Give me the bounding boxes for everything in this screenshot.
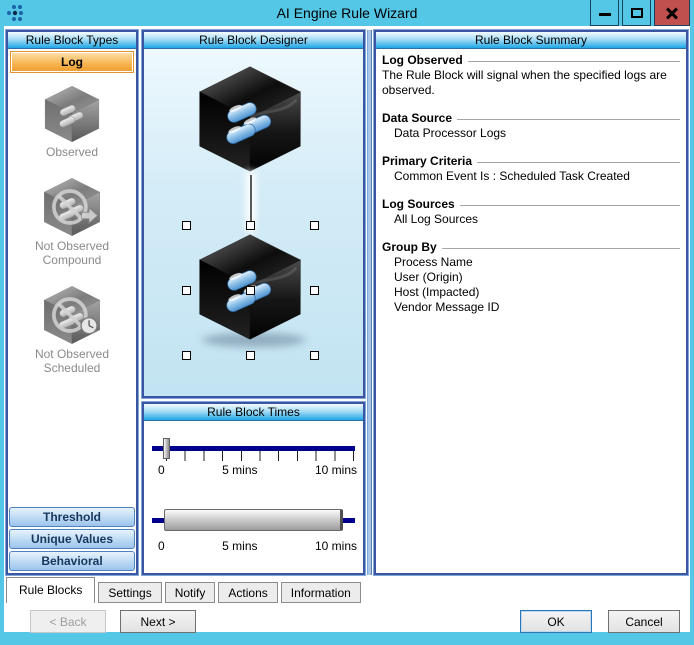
type-not-observed-compound-label: Not Observed xyxy=(35,239,109,253)
selection-handle-mid-right[interactable] xyxy=(310,286,319,295)
threshold-button[interactable]: Threshold xyxy=(9,507,135,527)
ok-button[interactable]: OK xyxy=(520,610,592,633)
dialog-buttons: OK Cancel xyxy=(520,610,680,633)
section-line: Vendor Message ID xyxy=(382,300,680,315)
unique-values-button[interactable]: Unique Values xyxy=(9,529,135,549)
selection-handle-top-center[interactable] xyxy=(246,221,255,230)
time-slider-1: 0 5 mins 10 mins xyxy=(150,435,357,481)
section-line: Data Processor Logs xyxy=(382,126,680,141)
slider1-label-mid: 5 mins xyxy=(222,463,257,477)
window-controls xyxy=(587,0,690,24)
designer-canvas[interactable] xyxy=(144,49,363,396)
section-line: Common Event Is : Scheduled Task Created xyxy=(382,169,680,184)
rule-block-summary-panel: Rule Block Summary Log Observed The Rule… xyxy=(374,30,688,575)
next-button[interactable]: Next > xyxy=(120,610,196,633)
section-line: Process Name xyxy=(382,255,680,270)
times-area: 0 5 mins 10 mins 0 5 mins 10 mins xyxy=(144,421,363,573)
panel-splitter[interactable] xyxy=(367,30,372,575)
section-line: User (Origin) xyxy=(382,270,680,285)
rule-block-times-panel: Rule Block Times 0 5 mins 10 mins xyxy=(142,402,365,575)
section-rule-line xyxy=(477,162,680,163)
summary-section-group-by: Group By Process Name User (Origin) Host… xyxy=(382,240,680,315)
rule-block-summary-header: Rule Block Summary xyxy=(376,32,686,49)
section-rule-line xyxy=(468,61,680,62)
clock-icon xyxy=(81,318,97,334)
ai-engine-rule-wizard-window: AI Engine Rule Wizard Rule Block Types L… xyxy=(0,0,694,645)
log-category-button[interactable]: Log xyxy=(10,51,134,73)
behavioral-button[interactable]: Behavioral xyxy=(9,551,135,571)
section-rule-line xyxy=(460,205,680,206)
selection-handle-top-left[interactable] xyxy=(182,221,191,230)
maximize-icon xyxy=(631,8,643,18)
selection-handle-bottom-left[interactable] xyxy=(182,351,191,360)
tab-notify[interactable]: Notify xyxy=(165,582,216,603)
panels-row: Rule Block Types Log Observed xyxy=(6,30,688,575)
tab-rule-blocks[interactable]: Rule Blocks xyxy=(6,577,95,603)
selection-handle-mid-center[interactable] xyxy=(246,286,255,295)
slider2-label-min: 0 xyxy=(158,539,165,553)
tab-information[interactable]: Information xyxy=(281,582,361,603)
back-button[interactable]: < Back xyxy=(30,610,106,633)
log-types-list: Observed Not Observed Compound xyxy=(8,75,136,504)
not-observed-scheduled-cube-icon xyxy=(37,283,107,347)
rule-block-types-panel: Rule Block Types Log Observed xyxy=(6,30,138,575)
designer-column: Rule Block Designer xyxy=(142,30,365,575)
close-button[interactable] xyxy=(654,0,690,26)
summary-content: Log Observed The Rule Block will signal … xyxy=(376,49,686,573)
section-title: Primary Criteria xyxy=(382,154,472,169)
section-title: Data Source xyxy=(382,111,452,126)
tab-settings[interactable]: Settings xyxy=(98,582,161,603)
footer-button-row: < Back Next > OK Cancel xyxy=(6,603,688,633)
section-title: Group By xyxy=(382,240,437,255)
type-not-observed-compound[interactable]: Not Observed Compound xyxy=(35,175,109,267)
cancel-button[interactable]: Cancel xyxy=(608,610,680,633)
slider1-tick-marks xyxy=(166,451,355,461)
selection-handle-bottom-right[interactable] xyxy=(310,351,319,360)
maximize-button[interactable] xyxy=(622,0,651,26)
dialog-content: Rule Block Types Log Observed xyxy=(4,26,690,632)
time-slider-2: 0 5 mins 10 mins xyxy=(150,507,357,553)
selection-handle-bottom-center[interactable] xyxy=(246,351,255,360)
section-line: All Log Sources xyxy=(382,212,680,227)
slider1-thumb[interactable] xyxy=(163,438,170,459)
slider1-label-max: 10 mins xyxy=(315,463,357,477)
observed-cube-icon xyxy=(39,83,105,145)
summary-section-log-observed: Log Observed The Rule Block will signal … xyxy=(382,53,680,98)
type-not-observed-scheduled[interactable]: Not Observed Scheduled xyxy=(35,283,109,375)
summary-section-primary-criteria: Primary Criteria Common Event Is : Sched… xyxy=(382,154,680,184)
rule-block-types-header: Rule Block Types xyxy=(8,32,136,49)
rule-block-designer-header: Rule Block Designer xyxy=(144,32,363,49)
designer-source-cube[interactable] xyxy=(191,61,309,182)
section-title: Log Sources xyxy=(382,197,455,212)
section-rule-line xyxy=(457,119,680,120)
section-rule-line xyxy=(442,248,680,249)
type-not-observed-scheduled-label: Not Observed xyxy=(35,347,109,361)
minimize-button[interactable] xyxy=(590,0,619,26)
titlebar: AI Engine Rule Wizard xyxy=(0,0,694,26)
category-buttons: Threshold Unique Values Behavioral xyxy=(8,504,136,573)
section-line: Host (Impacted) xyxy=(382,285,680,300)
type-observed-label: Observed xyxy=(46,145,98,159)
close-icon xyxy=(665,6,679,20)
slider2-label-max: 10 mins xyxy=(315,539,357,553)
section-line: The Rule Block will signal when the spec… xyxy=(382,68,680,98)
tab-actions[interactable]: Actions xyxy=(218,582,277,603)
section-title: Log Observed xyxy=(382,53,463,68)
summary-section-data-source: Data Source Data Processor Logs xyxy=(382,111,680,141)
logrhythm-dots-logo-icon xyxy=(4,2,30,24)
slider2-range-bar[interactable] xyxy=(164,509,343,531)
rule-block-designer-panel: Rule Block Designer xyxy=(142,30,365,398)
not-observed-compound-cube-icon xyxy=(37,175,107,239)
rule-block-times-header: Rule Block Times xyxy=(144,404,363,421)
slider1-label-min: 0 xyxy=(158,463,165,477)
selection-handle-top-right[interactable] xyxy=(310,221,319,230)
type-observed[interactable]: Observed xyxy=(39,83,105,159)
wizard-tabstrip: Rule Blocks Settings Notify Actions Info… xyxy=(6,577,688,603)
summary-section-log-sources: Log Sources All Log Sources xyxy=(382,197,680,227)
slider2-label-mid: 5 mins xyxy=(222,539,257,553)
minimize-icon xyxy=(599,13,611,16)
selection-handle-mid-left[interactable] xyxy=(182,286,191,295)
